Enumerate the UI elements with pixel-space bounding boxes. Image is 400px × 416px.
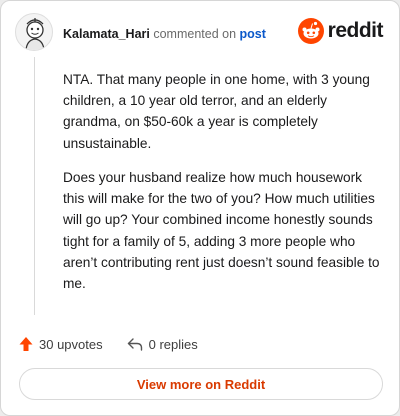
reply-arrow-icon (127, 338, 142, 351)
username[interactable]: Kalamata_Hari (63, 27, 150, 41)
reddit-brand[interactable]: reddit (297, 18, 384, 44)
reply-button[interactable]: 0 replies (127, 337, 198, 352)
upvote-arrow-icon (19, 337, 33, 351)
upvote-button[interactable]: 30 upvotes (19, 336, 103, 352)
upvote-count: 30 upvotes (39, 336, 103, 352)
reddit-wordmark: reddit (327, 19, 384, 42)
thread-line (34, 57, 35, 315)
comment-paragraph: NTA. That many people in one home, with … (63, 72, 370, 151)
comment-body: NTA. That many people in one home, with … (63, 69, 383, 307)
reply-count: 0 replies (148, 336, 198, 352)
comment-actions: 30 upvotes 0 replies (19, 334, 222, 354)
byline: Kalamata_Hari commented on post (63, 27, 266, 41)
avatar[interactable] (15, 13, 53, 51)
post-link[interactable]: post (240, 27, 266, 41)
comment-paragraph: Does your husband realize how much house… (63, 169, 380, 292)
user-avatar-icon (25, 18, 45, 50)
comment-card: Kalamata_Hari commented on post reddit N… (0, 0, 400, 416)
comment-header: Kalamata_Hari commented on post reddit (15, 13, 385, 55)
view-more-button[interactable]: View more on Reddit (19, 368, 383, 400)
reddit-logo-icon (297, 18, 324, 44)
commented-on-text: commented on (153, 27, 237, 41)
